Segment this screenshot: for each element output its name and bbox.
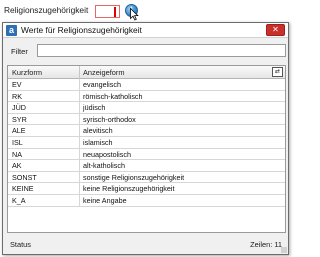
cell-anzeigeform: alt-katholisch xyxy=(83,161,125,171)
column-divider[interactable] xyxy=(79,66,80,79)
cell-kurzform: JÜD xyxy=(12,103,26,113)
cell-kurzform: SONST xyxy=(12,172,37,182)
cell-divider xyxy=(79,183,80,194)
cell-divider xyxy=(79,194,80,206)
table-row[interactable]: NA neuapostolisch xyxy=(8,148,285,161)
resize-grip-icon[interactable] xyxy=(281,247,287,253)
filter-label: Filter xyxy=(11,47,28,56)
app-logo-icon: a xyxy=(6,25,17,36)
cell-divider xyxy=(79,148,80,160)
cell-divider xyxy=(79,113,80,125)
dialog-titlebar[interactable]: a Werte für Religionszugehörigkeit ✕ xyxy=(3,23,288,38)
cell-anzeigeform: römisch-katholisch xyxy=(83,91,143,101)
column-chooser-icon[interactable]: ⇄ xyxy=(272,67,283,77)
cell-kurzform: KEINE xyxy=(12,184,34,194)
status-label: Status xyxy=(10,240,31,249)
grid-header: Kurzform Anzeigeform ⇄ xyxy=(8,66,285,79)
status-bar: Status Zeilen: 11 xyxy=(7,239,284,251)
cell-anzeigeform: evangelisch xyxy=(83,80,121,89)
cell-anzeigeform: alevitisch xyxy=(83,126,113,136)
religion-field-label: Religionszugehörigkeit xyxy=(4,5,89,15)
religion-input[interactable] xyxy=(95,5,120,18)
cell-divider xyxy=(79,171,80,183)
table-row[interactable]: ALE alevitisch xyxy=(8,125,285,137)
cell-kurzform: K_A xyxy=(12,195,26,205)
table-row[interactable]: JÜD jüdisch xyxy=(8,102,285,114)
cell-anzeigeform: syrisch-orthodox xyxy=(83,114,136,124)
cell-divider xyxy=(79,102,80,113)
table-row[interactable]: SYR syrisch-orthodox xyxy=(8,113,285,126)
table-row[interactable]: ISL islamisch xyxy=(8,136,285,149)
table-row[interactable]: KEINE keine Religionszugehörigkeit xyxy=(8,183,285,195)
table-row[interactable]: AK alt-katholisch xyxy=(8,160,285,172)
cell-anzeigeform: neuapostolisch xyxy=(83,149,131,159)
filter-input[interactable] xyxy=(37,44,286,57)
table-row[interactable]: EV evangelisch xyxy=(8,79,285,91)
cell-kurzform: RK xyxy=(12,91,22,101)
cell-divider xyxy=(79,79,80,90)
values-grid: Kurzform Anzeigeform ⇄ EV evangelisch RK rö… xyxy=(7,65,286,233)
cell-divider xyxy=(79,125,80,136)
dialog-title: Werte für Religionszugehörigkeit xyxy=(21,25,142,35)
cell-anzeigeform: keine Angabe xyxy=(83,195,127,205)
row-count: Zeilen: 11 xyxy=(250,240,282,249)
cell-anzeigeform: keine Religionszugehörigkeit xyxy=(83,184,175,194)
value-picker-dialog: a Werte für Religionszugehörigkeit ✕ Fil… xyxy=(2,22,289,255)
close-button[interactable]: ✕ xyxy=(266,24,285,36)
cell-kurzform: SYR xyxy=(12,114,27,124)
grid-rows: EV evangelisch RK römisch-katholisch JÜD jüdi… xyxy=(8,79,285,207)
column-header-anzeigeform[interactable]: Anzeigeform xyxy=(83,68,125,77)
table-row[interactable]: RK römisch-katholisch xyxy=(8,90,285,103)
cell-anzeigeform: islamisch xyxy=(83,137,113,147)
cell-kurzform: AK xyxy=(12,161,22,171)
cell-kurzform: ALE xyxy=(12,126,26,136)
cell-anzeigeform: sonstige Religionszugehörigkeit xyxy=(83,172,185,182)
cell-anzeigeform: jüdisch xyxy=(83,103,106,113)
column-header-kurzform[interactable]: Kurzform xyxy=(12,68,42,77)
table-row[interactable]: K_A keine Angabe xyxy=(8,194,285,207)
table-row[interactable]: SONST sonstige Religionszugehörigkeit xyxy=(8,171,285,184)
cell-divider xyxy=(79,90,80,102)
cell-divider xyxy=(79,136,80,148)
cell-kurzform: ISL xyxy=(12,137,23,147)
cell-kurzform: EV xyxy=(12,80,22,89)
mouse-cursor-icon xyxy=(130,8,139,21)
cell-kurzform: NA xyxy=(12,149,22,159)
cell-divider xyxy=(79,160,80,171)
